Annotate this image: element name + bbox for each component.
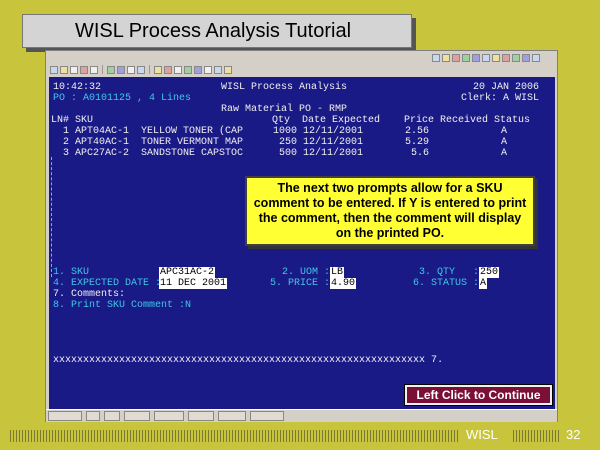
- toolbar-button[interactable]: [452, 53, 460, 62]
- comments-label: 7. Comments:: [53, 289, 126, 300]
- taskbar-button[interactable]: [104, 411, 120, 421]
- toolbar-button[interactable]: [224, 65, 232, 74]
- clerk-info: Clerk: A WISL: [461, 93, 540, 104]
- footer-label: WISL: [466, 427, 498, 442]
- uom-label: 2. UOM :: [282, 267, 331, 278]
- continue-button[interactable]: Left Click to Continue: [404, 384, 553, 406]
- toolbar-button[interactable]: [184, 65, 192, 74]
- sku-label: 1. SKU: [53, 267, 90, 278]
- toolbar-button[interactable]: [204, 65, 212, 74]
- taskbar-button[interactable]: [48, 411, 82, 421]
- left-border: [51, 157, 52, 277]
- column-header-right: Qty Date Expected Price Received Status: [272, 115, 531, 126]
- taskbar-button[interactable]: [250, 411, 284, 421]
- toolbar-button[interactable]: [117, 65, 125, 74]
- section-title: Raw Material PO - RMP: [221, 104, 348, 115]
- toolbar-button[interactable]: [482, 53, 490, 62]
- taskbar-button[interactable]: [218, 411, 246, 421]
- toolbar-button[interactable]: [60, 65, 68, 74]
- toolbar-button[interactable]: [432, 53, 440, 62]
- taskbar: [46, 409, 557, 422]
- icon-toolbar: [46, 64, 232, 75]
- expected-date-field[interactable]: 11 DEC 2001: [159, 278, 228, 289]
- print-comment-prompt[interactable]: 8. Print SKU Comment :N: [53, 300, 191, 311]
- toolbar-separator: [149, 65, 150, 74]
- toolbar-button[interactable]: [70, 65, 78, 74]
- price-field[interactable]: 4.90: [330, 278, 357, 289]
- taskbar-button[interactable]: [86, 411, 100, 421]
- page-number: 32: [566, 427, 581, 442]
- qty-label: 3. QTY :: [419, 267, 480, 278]
- toolbar-button[interactable]: [174, 65, 182, 74]
- slide-title: WISL Process Analysis Tutorial: [22, 14, 412, 48]
- toolbar-button[interactable]: [107, 65, 115, 74]
- column-header-left: LN# SKU: [51, 115, 94, 126]
- sku-field[interactable]: APC31AC-2: [159, 267, 216, 278]
- menu-toolbar-top: [46, 52, 540, 63]
- toolbar-button[interactable]: [127, 65, 135, 74]
- toolbar-button[interactable]: [522, 53, 530, 62]
- toolbar-button[interactable]: [502, 53, 510, 62]
- po-info: PO : A0101125 , 4 Lines: [53, 93, 192, 104]
- toolbar-button[interactable]: [164, 65, 172, 74]
- toolbar-button[interactable]: [194, 65, 202, 74]
- status-field[interactable]: A: [479, 278, 488, 289]
- uom-field[interactable]: LB: [330, 267, 345, 278]
- toolbar-button[interactable]: [154, 65, 162, 74]
- footer-stripe: [513, 430, 559, 442]
- toolbar-button[interactable]: [462, 53, 470, 62]
- status-label: 6. STATUS :: [413, 278, 480, 289]
- toolbar-button[interactable]: [90, 65, 98, 74]
- price-label: 5. PRICE :: [270, 278, 331, 289]
- app-title: WISL Process Analysis: [221, 82, 348, 93]
- toolbar-button[interactable]: [80, 65, 88, 74]
- taskbar-button[interactable]: [188, 411, 214, 421]
- footer-stripe: [10, 430, 460, 442]
- toolbar-button[interactable]: [214, 65, 222, 74]
- toolbar-button[interactable]: [532, 53, 540, 62]
- toolbar-separator: [102, 65, 103, 74]
- taskbar-button[interactable]: [154, 411, 184, 421]
- callout-note: The next two prompts allow for a SKU com…: [245, 176, 535, 246]
- expected-date-label: 4. EXPECTED DATE :: [53, 278, 162, 289]
- clock: 10:42:32: [53, 82, 102, 93]
- toolbar-button[interactable]: [50, 65, 58, 74]
- qty-field[interactable]: 250: [479, 267, 500, 278]
- system-date: 20 JAN 2006: [473, 82, 540, 93]
- toolbar-button[interactable]: [137, 65, 145, 74]
- toolbar-button[interactable]: [492, 53, 500, 62]
- toolbar-button[interactable]: [442, 53, 450, 62]
- taskbar-button[interactable]: [124, 411, 150, 421]
- toolbar-button[interactable]: [512, 53, 520, 62]
- toolbar-button[interactable]: [472, 53, 480, 62]
- input-line[interactable]: xxxxxxxxxxxxxxxxxxxxxxxxxxxxxxxxxxxxxxxx…: [53, 355, 443, 366]
